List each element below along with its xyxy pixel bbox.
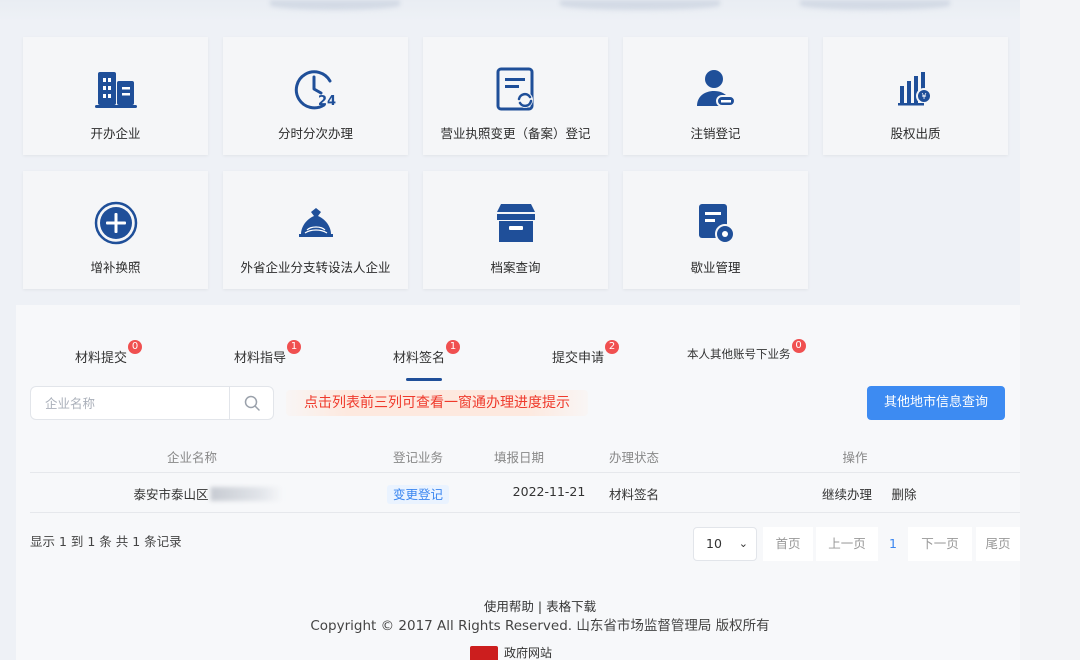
header-banner-decoration — [0, 0, 1080, 22]
service-label: 分时分次办理 — [277, 126, 353, 141]
continue-link[interactable]: 继续办理 — [822, 484, 872, 503]
tab-badge: 2 — [605, 340, 620, 354]
service-label: 歇业管理 — [690, 260, 741, 275]
service-tile-suspension-management[interactable]: 歇业管理 — [623, 171, 808, 289]
tab-material-guidance[interactable]: 材料指导 1 — [234, 340, 302, 366]
service-tile-branch-conversion[interactable]: 外省企业分支转设法人企业 — [223, 171, 408, 289]
business-type-tag[interactable]: 变更登记 — [386, 485, 450, 504]
active-tab-indicator — [406, 378, 442, 381]
document-gear-icon — [694, 201, 738, 245]
table-header: 企业名称 登记业务 填报日期 办理状态 操作 — [30, 443, 1020, 473]
service-tile-deregistration[interactable]: 注销登记 — [623, 37, 808, 155]
money-bag-icon — [294, 201, 338, 245]
service-label: 外省企业分支转设法人企业 — [240, 260, 391, 275]
tab-badge: 1 — [446, 340, 461, 354]
tab-label: 提交申请 — [552, 351, 605, 366]
next-page-button[interactable]: 下一页 — [908, 527, 972, 561]
date-cell[interactable]: 2022-11-21 — [513, 484, 586, 499]
tab-badge: 1 — [287, 340, 302, 354]
service-label: 开办企业 — [90, 126, 141, 141]
other-city-query-button[interactable]: 其他地市信息查询 — [867, 386, 1005, 420]
tab-other-account-business[interactable]: 本人其他账号下业务 0 — [687, 339, 806, 362]
column-header-company[interactable]: 企业名称 — [167, 447, 217, 466]
company-name-cell[interactable]: 泰安市泰山区 — [133, 484, 283, 503]
svg-text:24: 24 — [318, 94, 336, 109]
government-emblem-icon — [470, 646, 498, 660]
service-label: 股权出质 — [890, 126, 941, 141]
svg-text:¥: ¥ — [921, 92, 926, 101]
service-tile-open-business[interactable]: 开办企业 — [23, 37, 208, 155]
page-size-value: 10 — [706, 536, 722, 551]
tab-badge: 0 — [791, 339, 806, 353]
redacted-text — [210, 487, 283, 501]
search-icon — [244, 395, 260, 411]
clock-24-icon: 24 — [294, 67, 338, 111]
service-tile-license-change[interactable]: 营业执照变更（备案）登记 — [423, 37, 608, 155]
service-tile-license-reissue[interactable]: 增补换照 — [23, 171, 208, 289]
delete-link[interactable]: 删除 — [891, 484, 916, 503]
tab-material-signature[interactable]: 材料签名 1 — [393, 340, 461, 366]
tab-label: 材料签名 — [393, 351, 446, 366]
continue-label: 继续办理 — [821, 487, 873, 502]
delete-label: 删除 — [891, 487, 917, 502]
tab-label: 材料指导 — [234, 351, 287, 366]
service-label: 增补换照 — [90, 260, 141, 275]
prev-page-button[interactable]: 上一页 — [816, 527, 878, 561]
service-tile-timed-processing[interactable]: 24 分时分次办理 — [223, 37, 408, 155]
service-label: 注销登记 — [690, 126, 741, 141]
document-refresh-icon — [494, 67, 538, 111]
column-header-business[interactable]: 登记业务 — [393, 447, 443, 466]
company-name-search-input[interactable] — [31, 387, 229, 419]
plus-circle-icon — [94, 201, 138, 245]
tab-label: 本人其他账号下业务 — [687, 347, 791, 361]
record-summary: 显示 1 到 1 条 共 1 条记录 — [30, 534, 182, 549]
user-remove-icon — [694, 67, 738, 111]
chevron-down-icon: ⌄ — [738, 537, 748, 550]
tab-label: 材料提交 — [75, 351, 128, 366]
column-header-actions: 操作 — [842, 450, 868, 465]
tab-submit-application[interactable]: 提交申请 2 — [552, 340, 620, 366]
company-name-text: 泰安市泰山区 — [133, 487, 209, 502]
service-tile-equity-pledge[interactable]: ¥ 股权出质 — [823, 37, 1008, 155]
bar-chart-icon: ¥ — [894, 67, 938, 111]
page-size-select[interactable]: 10 ⌄ — [693, 527, 757, 561]
first-page-button[interactable]: 首页 — [763, 527, 813, 561]
archive-box-icon — [494, 201, 538, 245]
status-cell: 材料签名 — [608, 487, 660, 502]
search-box — [30, 386, 274, 420]
current-page-button[interactable]: 1 — [880, 527, 906, 561]
footer-copyright: Copyright © 2017 All Rights Reserved. 山东… — [310, 618, 770, 634]
last-page-button[interactable]: 尾页 — [976, 527, 1020, 561]
service-tile-archive-query[interactable]: 档案查询 — [423, 171, 608, 289]
footer-links[interactable]: 使用帮助 | 表格下载 — [0, 596, 1080, 615]
column-header-date[interactable]: 填报日期 — [494, 447, 544, 466]
progress-hint: 点击列表前三列可查看一窗通办理进度提示 — [286, 390, 588, 416]
search-button[interactable] — [230, 387, 274, 419]
service-label: 档案查询 — [490, 260, 541, 275]
business-type-cell[interactable]: 变更登记 — [386, 484, 450, 504]
tab-badge: 0 — [128, 340, 143, 354]
service-label: 营业执照变更（备案）登记 — [440, 126, 591, 141]
column-header-status[interactable]: 办理状态 — [609, 447, 659, 466]
building-icon — [94, 67, 138, 111]
tab-bar: 材料提交 0 材料指导 1 材料签名 1 提交申请 2 本人其他账号下业务 0 — [16, 305, 1020, 381]
table-row[interactable]: 泰安市泰山区 变更登记 2022-11-21 材料签名 继续办理 删除 — [30, 473, 1020, 513]
government-site-badge[interactable]: 政府网站 — [470, 646, 552, 660]
page-side-background — [1020, 0, 1080, 660]
badge-text: 政府网站 — [504, 646, 553, 660]
tab-material-submit[interactable]: 材料提交 0 — [75, 340, 143, 366]
